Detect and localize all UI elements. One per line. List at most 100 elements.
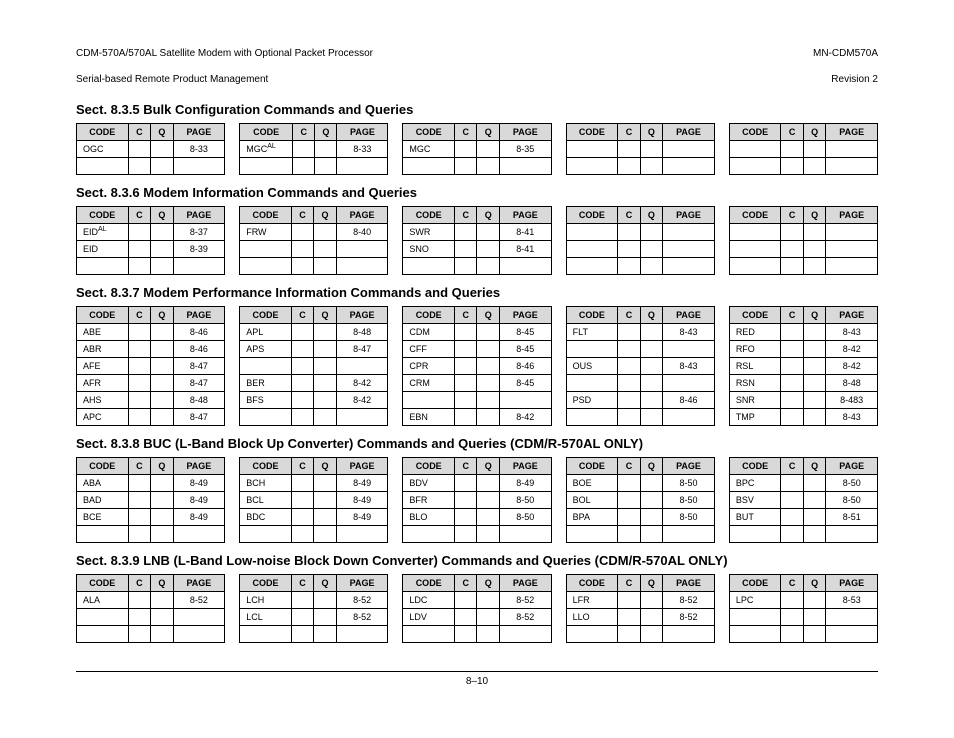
cell-c: [291, 475, 313, 492]
cell-q: [640, 358, 662, 375]
cell-code: [240, 241, 292, 258]
cell-code: BPA: [566, 509, 618, 526]
cell-c: [781, 475, 803, 492]
header-right: MN-CDM570A Revision 2: [813, 34, 878, 86]
command-table: CODECQPAGEOGC8-33: [76, 123, 225, 175]
table-row: CDM8-45: [403, 324, 551, 341]
cell-q: [640, 526, 662, 543]
cell-c: [781, 258, 803, 275]
col-header-c: C: [781, 575, 803, 592]
cell-page: [336, 241, 388, 258]
cell-c: [291, 258, 313, 275]
cell-page: 8-46: [173, 341, 225, 358]
cell-code: [729, 626, 781, 643]
col-header-code: CODE: [240, 458, 292, 475]
table-row: [566, 375, 714, 392]
table-row: CFF8-45: [403, 341, 551, 358]
col-header-c: C: [781, 207, 803, 224]
cell-q: [151, 409, 173, 426]
cell-c: [781, 592, 803, 609]
col-header-page: PAGE: [499, 207, 551, 224]
cell-page: 8-52: [173, 592, 225, 609]
cell-q: [640, 475, 662, 492]
cell-c: [618, 475, 640, 492]
table-row: LCH8-52: [240, 592, 388, 609]
cell-page: 8-50: [663, 509, 715, 526]
cell-c: [291, 409, 313, 426]
cell-q: [314, 375, 336, 392]
command-table: CODECQPAGELDC8-52LDV8-52: [402, 574, 551, 643]
cell-q: [803, 375, 825, 392]
cell-page: [826, 526, 878, 543]
section-title: Sect. 8.3.9 LNB (L-Band Low-noise Block …: [76, 553, 878, 568]
col-header-q: Q: [151, 575, 173, 592]
cell-code: MGCAL: [240, 141, 293, 158]
cell-page: [499, 392, 551, 409]
cell-code: BDC: [240, 509, 292, 526]
cell-q: [477, 475, 499, 492]
col-header-q: Q: [803, 458, 825, 475]
section-title: Sect. 8.3.7 Modem Performance Informatio…: [76, 285, 878, 300]
cell-page: 8-35: [499, 141, 551, 158]
cell-c: [291, 592, 313, 609]
table-row: [566, 626, 714, 643]
cell-code: PSD: [566, 392, 618, 409]
table-row: [566, 224, 714, 241]
col-header-page: PAGE: [826, 307, 878, 324]
command-table: CODECQPAGEFRW8-40: [239, 206, 388, 275]
cell-q: [803, 626, 825, 643]
col-header-q: Q: [640, 124, 662, 141]
cell-code: [729, 224, 781, 241]
cell-page: [336, 526, 388, 543]
table-row: EID8-39: [77, 241, 225, 258]
cell-q: [151, 609, 173, 626]
cell-code: RSN: [729, 375, 781, 392]
col-header-c: C: [293, 124, 315, 141]
cell-page: 8-52: [499, 609, 551, 626]
cell-c: [291, 626, 313, 643]
cell-q: [314, 526, 336, 543]
cell-code: BUT: [729, 509, 781, 526]
cell-page: 8-52: [663, 609, 715, 626]
cell-q: [315, 158, 337, 175]
col-header-q: Q: [477, 575, 499, 592]
cell-code: BER: [240, 375, 292, 392]
cell-code: APL: [240, 324, 292, 341]
cell-c: [128, 258, 150, 275]
command-table: CODECQPAGE: [729, 206, 878, 275]
cell-page: 8-50: [663, 475, 715, 492]
cell-page: [499, 158, 551, 175]
cell-page: 8-52: [336, 592, 388, 609]
cell-c: [128, 375, 150, 392]
cell-c: [455, 592, 477, 609]
cell-code: [240, 158, 293, 175]
cell-q: [477, 258, 499, 275]
table-row: [77, 526, 225, 543]
cell-q: [151, 241, 173, 258]
cell-code: [240, 258, 292, 275]
table-row: ABA8-49: [77, 475, 225, 492]
cell-code: [566, 241, 618, 258]
cell-code: EIDAL: [77, 224, 129, 241]
cell-page: [337, 158, 388, 175]
cell-c: [128, 475, 150, 492]
col-header-code: CODE: [403, 207, 455, 224]
cell-q: [151, 592, 173, 609]
table-row: BDV8-49: [403, 475, 551, 492]
table-row: APC8-47: [77, 409, 225, 426]
command-table: CODECQPAGEABE8-46ABR8-46AFE8-47AFR8-47AH…: [76, 306, 225, 426]
cell-code: SWR: [403, 224, 455, 241]
command-table: CODECQPAGE: [729, 123, 878, 175]
col-header-code: CODE: [240, 575, 292, 592]
cell-code: BPC: [729, 475, 781, 492]
table-row: BOE8-50: [566, 475, 714, 492]
cell-page: 8-33: [173, 141, 225, 158]
col-header-q: Q: [151, 207, 173, 224]
sections-container: Sect. 8.3.5 Bulk Configuration Commands …: [76, 102, 878, 643]
table-row: BOL8-50: [566, 492, 714, 509]
col-header-c: C: [455, 207, 477, 224]
cell-page: 8-49: [336, 509, 388, 526]
col-header-q: Q: [314, 307, 336, 324]
cell-code: [240, 358, 292, 375]
cell-q: [803, 526, 825, 543]
